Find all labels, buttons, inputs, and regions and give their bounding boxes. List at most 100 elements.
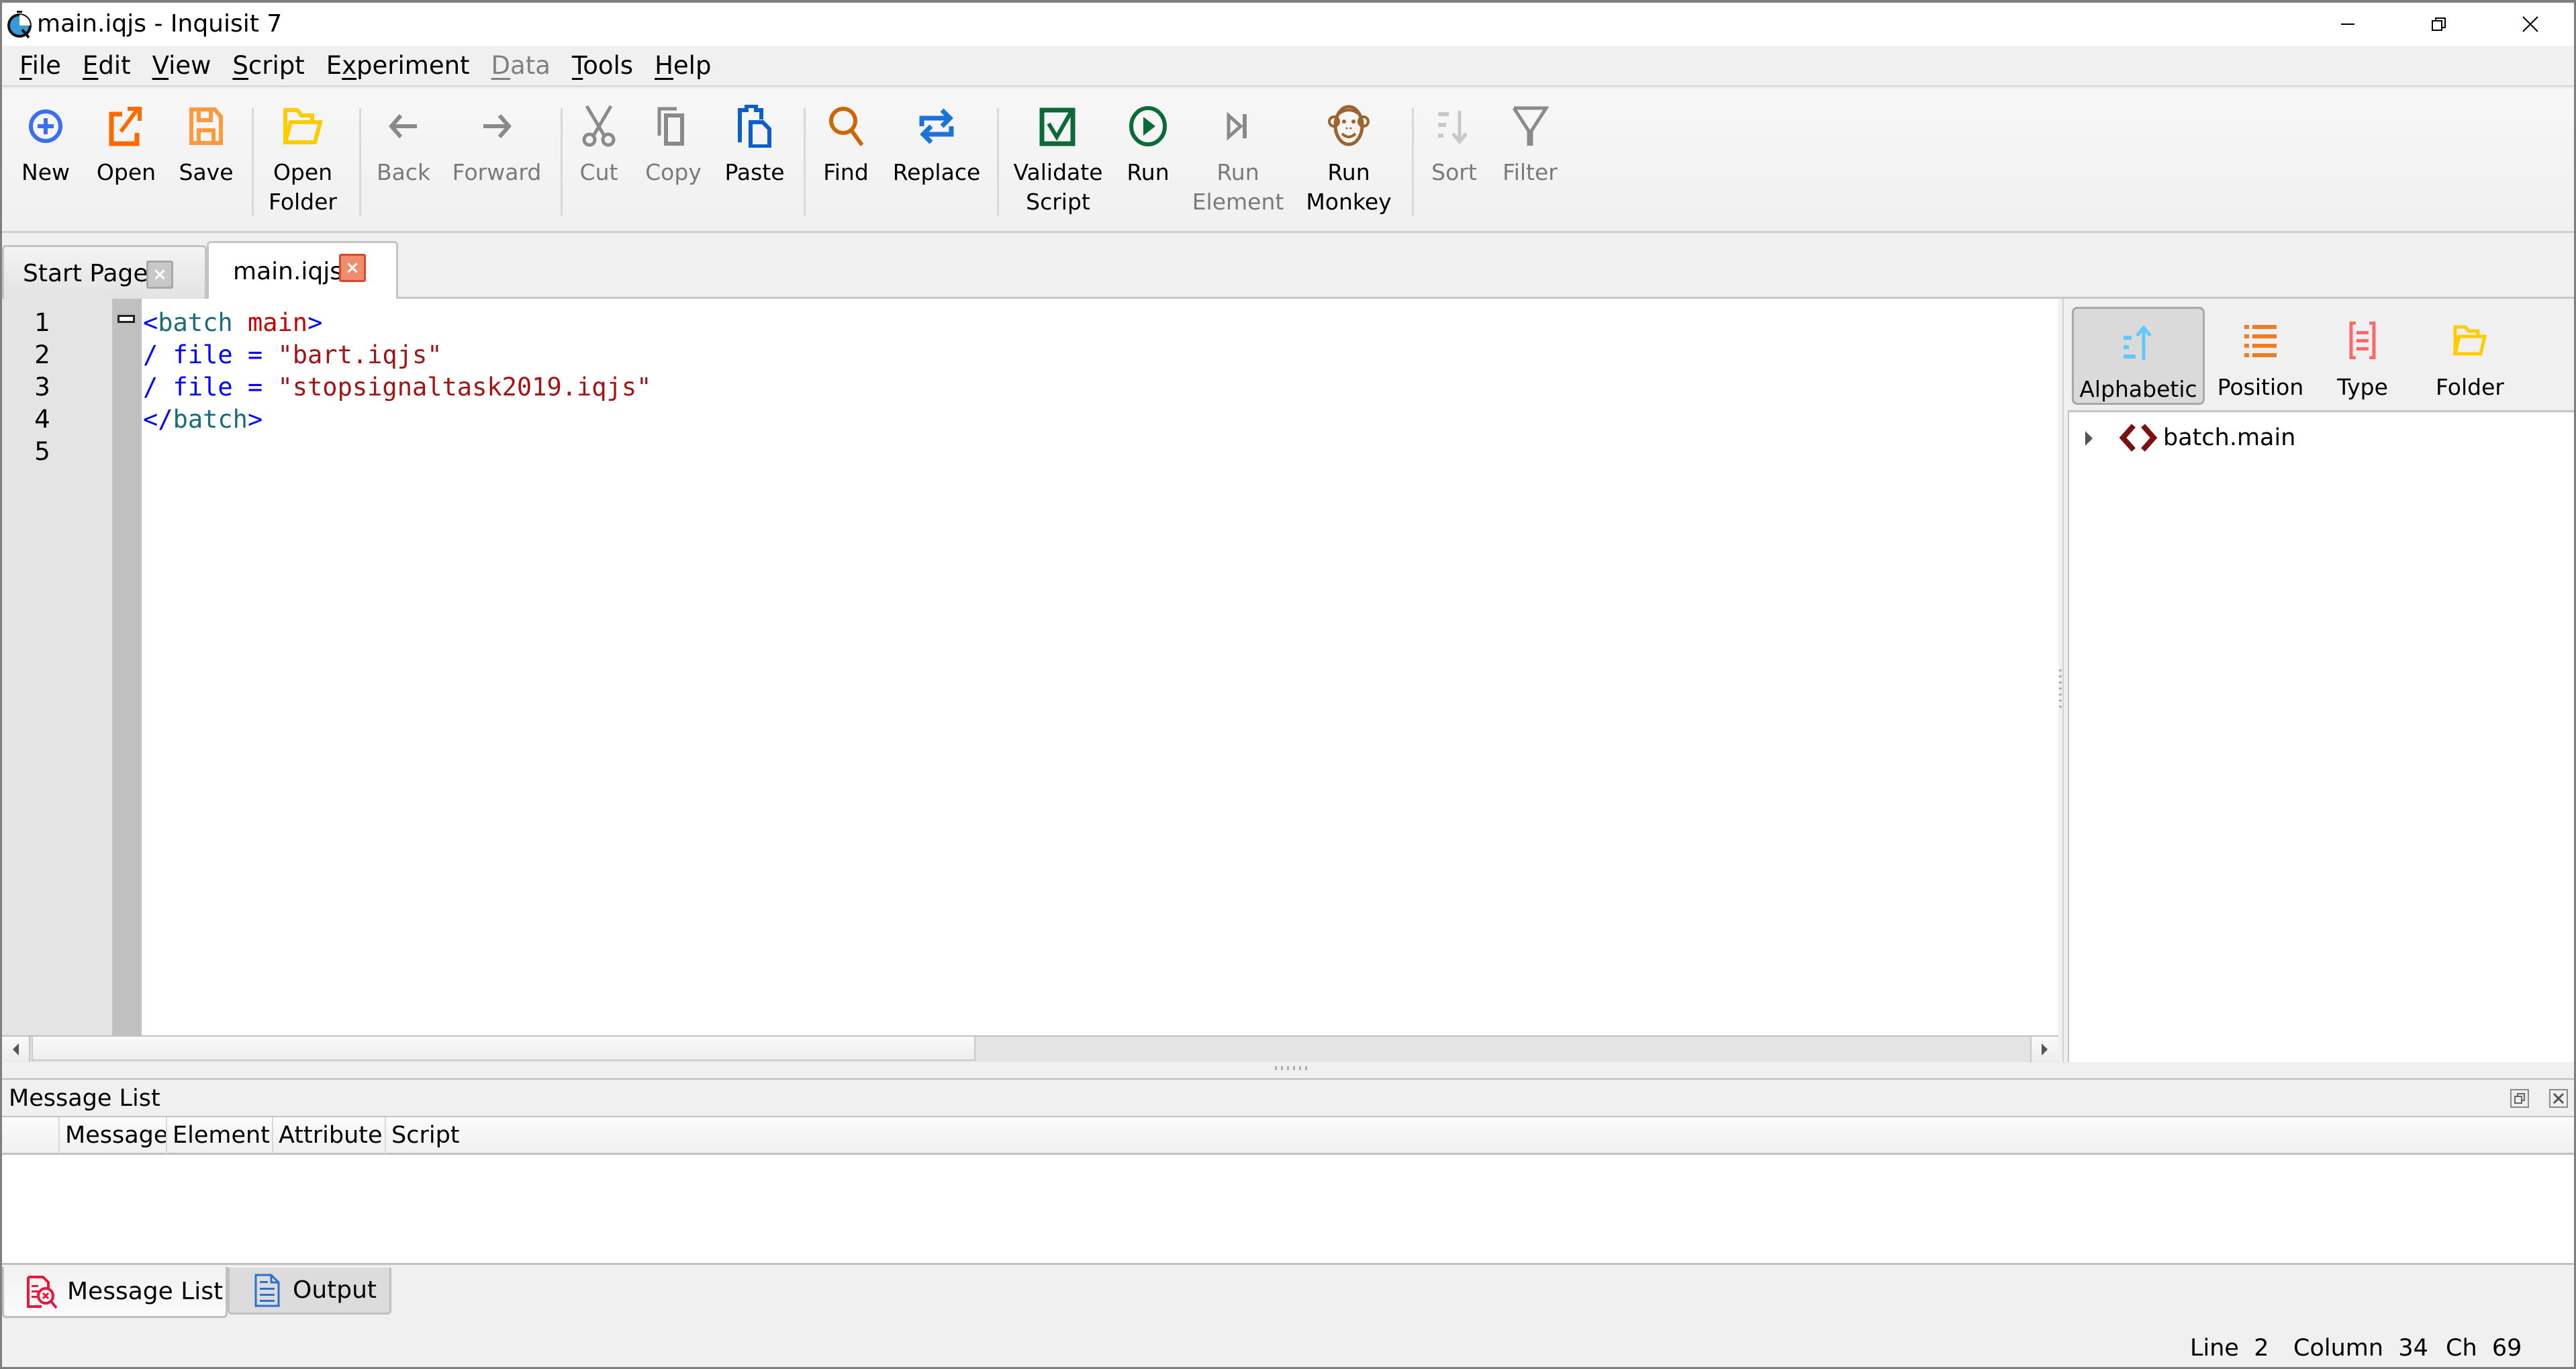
vertical-splitter-handle[interactable] [2059, 667, 2062, 708]
close-icon: × [345, 258, 360, 278]
arrow-left-icon [389, 114, 417, 138]
run-label: Run [1127, 159, 1170, 185]
menu-view[interactable]: View [143, 46, 224, 85]
code-token-punct: > [247, 405, 263, 434]
expand-arrow-icon[interactable] [2085, 431, 2093, 446]
sort-alphabetic-label: Alphabetic [2079, 376, 2197, 402]
column-header-message[interactable]: Message [58, 1117, 168, 1154]
code-line[interactable]: / file = "stopsignaltask2019.iqjs" [143, 371, 651, 404]
toolbar-separator [1412, 108, 1414, 216]
close-panel-button[interactable] [2549, 1089, 2568, 1108]
list-position-icon [2244, 325, 2277, 357]
menu-file[interactable]: File [10, 46, 73, 85]
sort-type-button[interactable]: Type [2319, 307, 2406, 405]
code-token-tag: batch [158, 308, 233, 337]
tab-output[interactable]: Output [228, 1268, 391, 1315]
code-token-key: / file = [143, 373, 278, 402]
fold-collapse-icon[interactable] [117, 315, 135, 323]
menu-label: ile [32, 50, 61, 80]
menu-script[interactable]: Script [223, 46, 316, 85]
menu-mnemonic: D [491, 50, 511, 80]
sort-down-icon [1438, 111, 1468, 144]
back-button[interactable]: Back [375, 103, 432, 187]
column-header-element[interactable]: Element [166, 1117, 272, 1154]
column-header-attribute[interactable]: Attribute [272, 1117, 385, 1154]
menu-label: iew [169, 50, 211, 80]
sort-alphabetic-icon [2124, 325, 2152, 360]
copy-button[interactable]: Copy [645, 103, 702, 187]
scrollbar-thumb[interactable] [32, 1037, 975, 1061]
monkey-icon [1328, 105, 1370, 146]
run-element-label: Run Element [1192, 159, 1284, 215]
sort-button[interactable]: Sort [1429, 103, 1479, 187]
column-header-script[interactable]: Script [385, 1117, 465, 1154]
app-window: main.iqjs - Inquisit 7 File Edit View Sc… [0, 0, 2576, 1369]
paste-button[interactable]: Paste [724, 103, 785, 187]
code-editor[interactable]: 1 2 3 4 5 <batch main> / file = "bart.iq… [2, 299, 2058, 1035]
back-label: Back [376, 159, 431, 185]
open-button[interactable]: Open [96, 103, 156, 187]
step-forward-icon [1227, 111, 1247, 141]
window-title: main.iqjs - Inquisit 7 [37, 10, 283, 38]
status-ch-value: 69 [2491, 1335, 2522, 1362]
replace-button[interactable]: Replace [893, 103, 980, 187]
cut-button[interactable]: Cut [575, 103, 622, 187]
menu-label: dit [98, 50, 131, 80]
scroll-left-button[interactable] [2, 1037, 30, 1062]
copy-label: Copy [645, 159, 702, 185]
tab-message-list[interactable]: Message List [2, 1267, 228, 1318]
horizontal-scrollbar[interactable] [2, 1035, 2058, 1062]
code-token-key: / file = [143, 340, 278, 369]
validate-script-label: Validate Script [1013, 159, 1103, 215]
close-tab-button[interactable]: × [146, 261, 173, 289]
find-button[interactable]: Find [822, 103, 869, 187]
run-monkey-button[interactable]: Run Monkey [1306, 103, 1392, 217]
restore-button[interactable] [2393, 3, 2485, 46]
forward-button[interactable]: Forward [452, 103, 541, 187]
sort-position-button[interactable]: Position [2210, 307, 2311, 405]
close-window-button[interactable] [2484, 3, 2574, 46]
menu-label: cript [248, 50, 305, 80]
tab-start-page[interactable]: Start Page × [2, 245, 207, 300]
title-bar: main.iqjs - Inquisit 7 [2, 3, 2574, 46]
minimize-button[interactable] [2301, 3, 2394, 46]
toolbar-separator [252, 108, 254, 216]
code-token-punct: < [143, 308, 158, 337]
run-element-button[interactable]: Run Element [1192, 103, 1284, 217]
toolbar-separator [359, 108, 361, 216]
code-line[interactable]: / file = "bart.iqjs" [143, 339, 442, 371]
menu-edit[interactable]: Edit [73, 46, 143, 85]
caret-right-icon [2042, 1043, 2048, 1055]
save-button[interactable]: Save [179, 103, 234, 187]
close-tab-button[interactable]: × [339, 254, 366, 282]
menu-experiment[interactable]: Experiment [317, 46, 482, 85]
tab-label: Start Page [23, 260, 148, 287]
sort-folder-button[interactable]: Folder [2420, 307, 2520, 405]
menu-label: elp [673, 50, 712, 80]
run-button[interactable]: Run [1123, 103, 1173, 187]
status-line: Line 2 [2190, 1333, 2269, 1363]
scroll-right-button[interactable] [2030, 1037, 2058, 1062]
restore-icon [2432, 17, 2446, 31]
new-button[interactable]: New [21, 103, 70, 187]
menu-mnemonic: x [342, 50, 357, 80]
validate-script-button[interactable]: Validate Script [1013, 103, 1103, 217]
element-tree: batch.main [2068, 410, 2574, 1062]
panel-title: Message List [9, 1085, 160, 1112]
cut-label: Cut [579, 159, 618, 185]
toolbar-separator [804, 108, 806, 216]
code-line[interactable]: <batch main> [143, 307, 322, 339]
filter-button[interactable]: Filter [1502, 103, 1558, 187]
float-panel-button[interactable] [2510, 1089, 2529, 1108]
sort-alphabetic-button[interactable]: Alphabetic [2072, 307, 2205, 405]
tab-main-iqjs[interactable]: main.iqjs × [207, 241, 398, 300]
menu-tools[interactable]: Tools [563, 46, 645, 85]
code-line[interactable]: </batch> [143, 404, 263, 436]
horizontal-splitter-handle[interactable] [1275, 1066, 1308, 1070]
column-header-severity[interactable] [2, 1117, 58, 1154]
line-number: 3 [34, 373, 50, 402]
menu-help[interactable]: Help [645, 46, 723, 85]
menu-data[interactable]: Data [482, 46, 563, 85]
open-folder-button[interactable]: Open Folder [269, 103, 337, 217]
menu-label: ools [583, 50, 634, 80]
